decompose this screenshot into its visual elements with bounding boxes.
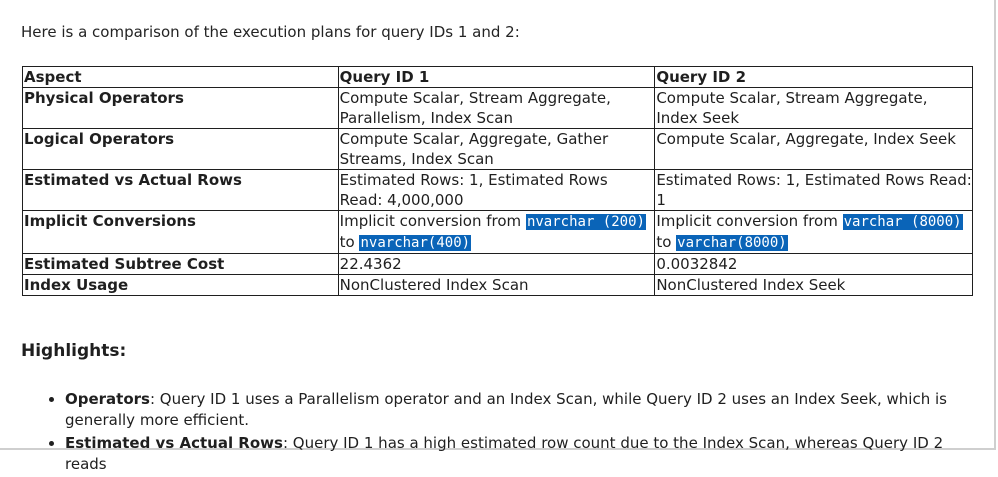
row-aspect-physical-operators: Physical Operators bbox=[22, 87, 339, 129]
row-aspect-logical-operators: Logical Operators bbox=[22, 128, 339, 170]
code-from-type: varchar (8000) bbox=[842, 214, 963, 230]
row-aspect-estimated-rows: Estimated vs Actual Rows bbox=[22, 169, 339, 211]
highlight-label: Estimated vs Actual Rows bbox=[65, 434, 283, 452]
cell-q1-physical-operators: Compute Scalar, Stream Aggregate, Parall… bbox=[337, 87, 656, 129]
cell-q1-subtree-cost: 22.4362 bbox=[337, 253, 656, 275]
table-row: Index Usage NonClustered Index Scan NonC… bbox=[22, 274, 973, 296]
intro-text: Here is a comparison of the execution pl… bbox=[21, 23, 520, 41]
highlights-heading: Highlights: bbox=[21, 341, 127, 361]
cell-q2-estimated-rows: Estimated Rows: 1, Estimated Rows Read: … bbox=[654, 169, 973, 211]
highlight-label: Operators bbox=[65, 390, 150, 408]
conversion-prefix: Implicit conversion from bbox=[339, 212, 526, 230]
table-row: Estimated Subtree Cost 22.4362 0.0032842 bbox=[22, 253, 973, 275]
header-query-2: Query ID 2 bbox=[654, 66, 973, 88]
code-to-type: nvarchar(400) bbox=[359, 235, 472, 251]
cell-q1-index-usage: NonClustered Index Scan bbox=[337, 274, 656, 296]
cell-q2-subtree-cost: 0.0032842 bbox=[654, 253, 973, 275]
cell-q1-estimated-rows: Estimated Rows: 1, Estimated Rows Read: … bbox=[337, 169, 656, 211]
list-item: Estimated vs Actual Rows: Query ID 1 has… bbox=[65, 433, 965, 475]
highlight-text: : Query ID 1 uses a Parallelism operator… bbox=[65, 390, 947, 429]
table-header-row: Aspect Query ID 1 Query ID 2 bbox=[22, 66, 973, 88]
cell-q2-index-usage: NonClustered Index Seek bbox=[654, 274, 973, 296]
cell-q1-implicit-conversions: Implicit conversion from nvarchar (200) … bbox=[337, 210, 656, 254]
table-row: Logical Operators Compute Scalar, Aggreg… bbox=[22, 128, 973, 170]
table-row: Implicit Conversions Implicit conversion… bbox=[22, 210, 973, 254]
header-aspect: Aspect bbox=[22, 66, 339, 88]
conversion-prefix: Implicit conversion from bbox=[656, 212, 843, 230]
table-row: Estimated vs Actual Rows Estimated Rows:… bbox=[22, 169, 973, 211]
comparison-table: Aspect Query ID 1 Query ID 2 Physical Op… bbox=[22, 66, 973, 296]
code-to-type: varchar(8000) bbox=[676, 235, 788, 251]
table-row: Physical Operators Compute Scalar, Strea… bbox=[22, 87, 973, 129]
list-item: Operators: Query ID 1 uses a Parallelism… bbox=[65, 389, 965, 431]
cell-q2-implicit-conversions: Implicit conversion from varchar (8000) … bbox=[654, 210, 973, 254]
cell-q2-physical-operators: Compute Scalar, Stream Aggregate, Index … bbox=[654, 87, 973, 129]
cell-q2-logical-operators: Compute Scalar, Aggregate, Index Seek bbox=[654, 128, 973, 170]
row-aspect-implicit-conversions: Implicit Conversions bbox=[22, 210, 339, 254]
conversion-mid: to bbox=[656, 233, 677, 251]
conversion-mid: to bbox=[339, 233, 360, 251]
code-from-type: nvarchar (200) bbox=[525, 214, 646, 230]
row-aspect-index-usage: Index Usage bbox=[22, 274, 339, 296]
cell-q1-logical-operators: Compute Scalar, Aggregate, Gather Stream… bbox=[337, 128, 656, 170]
highlights-list: Operators: Query ID 1 uses a Parallelism… bbox=[45, 389, 965, 477]
row-aspect-subtree-cost: Estimated Subtree Cost bbox=[22, 253, 339, 275]
header-query-1: Query ID 1 bbox=[337, 66, 656, 88]
